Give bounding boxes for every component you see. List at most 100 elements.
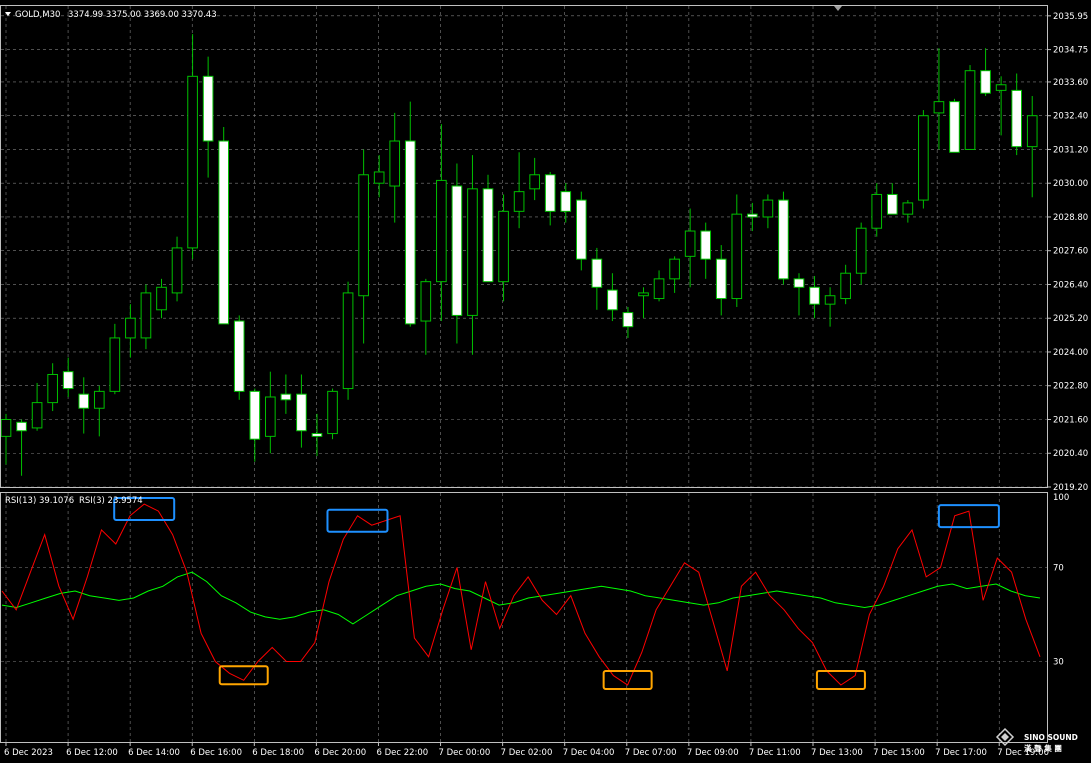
- bear-candle-body: [202, 75, 214, 142]
- price-axis-label: 2020.40: [1053, 449, 1088, 459]
- bull-candle-body: [529, 174, 540, 190]
- candle: [964, 65, 976, 150]
- time-axis-label: 6 Dec 14:00: [128, 748, 180, 758]
- bear-candle-body: [622, 312, 634, 328]
- time-axis-label: 7 Dec 04:00: [563, 748, 615, 758]
- bull-candle-body: [373, 171, 385, 184]
- time-axis-label: 6 Dec 18:00: [252, 748, 304, 758]
- bull-candle-body: [684, 230, 696, 257]
- rsi-level-label: 30: [1053, 658, 1064, 668]
- bull-candle-body: [1026, 115, 1038, 148]
- time-axis-label: 7 Dec 02:00: [501, 748, 553, 758]
- bull-candle-body: [265, 396, 276, 437]
- rsi3-label: RSI(3) 23.9574: [79, 496, 143, 506]
- bull-candle-body: [638, 292, 649, 297]
- bull-candle-body: [918, 115, 929, 201]
- bear-candle-body: [980, 70, 991, 94]
- price-axis-label: 2019.20: [1053, 483, 1088, 493]
- bull-candle-body: [933, 101, 945, 114]
- price-axis-label: 2025.20: [1053, 314, 1088, 324]
- price-axis-label: 2031.20: [1053, 145, 1088, 155]
- bear-candle-body: [715, 258, 727, 300]
- price-axis-label: 2021.60: [1053, 415, 1088, 425]
- bull-candle-body: [0, 418, 12, 437]
- time-axis-label: 7 Dec 07:00: [625, 748, 677, 758]
- bull-candle-body: [513, 191, 525, 212]
- bull-candle-body: [855, 227, 867, 274]
- bear-candle-body: [218, 140, 230, 325]
- price-axis-label: 2026.40: [1053, 280, 1088, 290]
- bull-candle-body: [964, 70, 976, 150]
- bull-candle-body: [902, 202, 914, 215]
- bull-candle-body: [436, 179, 447, 283]
- price-axis-label: 2027.60: [1053, 247, 1088, 257]
- bear-candle-body: [747, 213, 758, 218]
- bear-candle-body: [793, 278, 805, 288]
- bear-candle-body: [311, 433, 323, 437]
- bull-candle-body: [31, 402, 43, 429]
- price-axis-label: 2035.95: [1053, 12, 1088, 22]
- bull-candle-body: [762, 199, 774, 218]
- symbol-label: GOLD,M30: [15, 10, 60, 20]
- bear-candle-body: [607, 289, 618, 311]
- time-axis-label: 6 Dec 12:00: [66, 748, 118, 758]
- time-axis-label: 7 Dec 15:00: [873, 748, 925, 758]
- bull-candle-body: [653, 278, 665, 300]
- bear-candle-body: [809, 286, 820, 305]
- candle: [949, 98, 960, 153]
- bear-candle-body: [778, 199, 789, 280]
- candle: [482, 174, 494, 283]
- bear-candle-body: [16, 421, 27, 432]
- price-axis-label: 2032.40: [1053, 112, 1088, 122]
- bull-candle-body: [187, 75, 198, 249]
- bull-candle-body: [156, 286, 167, 311]
- watermark-brand: SINO SOUND: [1024, 733, 1078, 742]
- bull-candle-body: [389, 140, 401, 187]
- bull-candle-body: [93, 390, 105, 409]
- bear-candle-body: [591, 258, 603, 288]
- chart-background: [0, 0, 1091, 763]
- candle: [218, 126, 230, 325]
- time-axis-label: 6 Dec 20:00: [314, 748, 366, 758]
- price-axis-label: 2033.60: [1053, 78, 1088, 88]
- bear-candle-body: [233, 320, 245, 392]
- bear-candle-body: [482, 188, 494, 283]
- time-axis-label: 7 Dec 11:00: [749, 748, 801, 758]
- bull-candle-body: [995, 84, 1007, 91]
- bull-candle-body: [327, 390, 338, 435]
- bear-candle-body: [296, 393, 307, 432]
- bear-candle-body: [404, 140, 416, 325]
- bull-candle-body: [342, 292, 354, 390]
- price-axis-label: 2022.80: [1053, 382, 1088, 392]
- price-axis-label: 2028.80: [1053, 213, 1088, 223]
- time-axis-label: 7 Dec 09:00: [687, 748, 739, 758]
- bull-candle-body: [125, 317, 136, 339]
- price-axis-label: 2030.00: [1053, 179, 1088, 189]
- time-axis-label: 7 Dec 00:00: [439, 748, 491, 758]
- rsi13-label: RSI(13) 39.1076: [5, 496, 74, 506]
- rsi-level-label: 100: [1053, 493, 1069, 503]
- bear-candle-body: [544, 174, 556, 212]
- bear-candle-body: [451, 185, 463, 316]
- bear-candle-body: [280, 393, 292, 401]
- ohlc-label: 3374.99 3375.00 3369.00 3370.43: [68, 10, 217, 20]
- watermark-sub: 漢 聲 集 團: [1024, 743, 1062, 753]
- time-axis-label: 6 Dec 2023: [4, 748, 53, 758]
- time-axis-label: 7 Dec 13:00: [811, 748, 863, 758]
- bear-candle-body: [249, 390, 261, 440]
- bear-candle-body: [78, 393, 90, 409]
- bear-candle-body: [1011, 89, 1022, 148]
- bull-candle-body: [140, 292, 152, 339]
- bear-candle-body: [62, 371, 74, 390]
- bull-candle-body: [498, 210, 509, 283]
- candle: [778, 191, 789, 285]
- bull-candle-body: [731, 213, 743, 300]
- bull-candle-body: [109, 337, 121, 392]
- bull-candle-body: [840, 272, 851, 300]
- time-axis-label: 6 Dec 16:00: [190, 748, 242, 758]
- bull-candle-body: [358, 174, 369, 297]
- chart-canvas: GOLD,M30 3374.99 3375.00 3369.00 3370.43…: [0, 0, 1091, 763]
- bull-candle-body: [467, 188, 478, 316]
- time-axis-label: 7 Dec 17:00: [935, 748, 987, 758]
- candle: [575, 191, 587, 271]
